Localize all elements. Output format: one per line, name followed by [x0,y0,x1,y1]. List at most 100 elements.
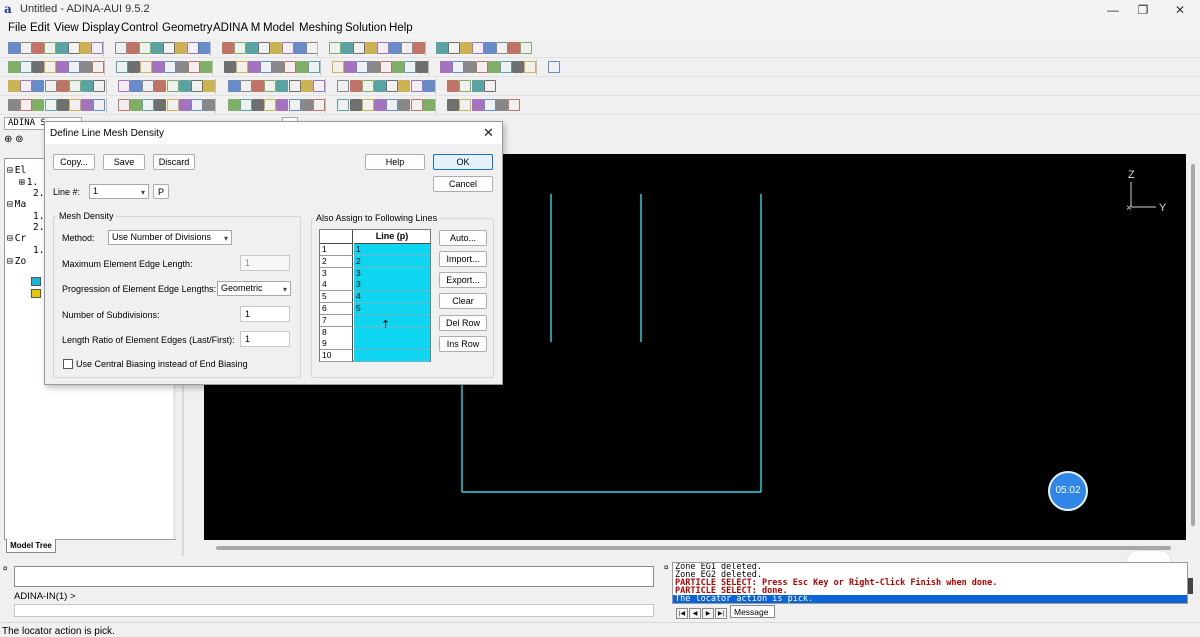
menu-geometry[interactable]: Geometry [162,22,213,34]
tree-item[interactable]: ⊟ El [7,165,26,176]
toolbar-button-icon[interactable] [67,42,80,54]
toolbar-button-icon[interactable] [44,80,57,92]
toolbar-button-icon[interactable] [20,80,33,92]
toolbar-button-icon[interactable] [269,42,282,54]
toolbar-button-icon[interactable] [224,61,236,73]
toolbar-button-icon[interactable] [524,61,536,73]
toolbar-button-icon[interactable] [459,99,472,111]
last-page-icon[interactable]: ▶| [715,608,727,619]
toolbar-button-icon[interactable] [422,80,435,92]
toolbar-button-icon[interactable] [422,99,435,111]
menu-meshing[interactable]: Meshing [299,22,342,34]
auto-button[interactable]: Auto... [439,230,487,246]
toolbar-button-icon[interactable] [198,42,211,54]
toolbar-button-icon[interactable] [188,61,200,73]
toolbar-button-icon[interactable] [93,80,106,92]
tree-expander-icon[interactable]: ⊟ [7,256,13,267]
row-number-cell[interactable]: 7 [320,314,353,327]
toolbar-button-icon[interactable] [138,42,151,54]
toolbar-button-icon[interactable] [56,61,68,73]
toolbar-button-icon[interactable] [248,61,260,73]
toolbar-button-icon[interactable] [200,61,212,73]
menu-control[interactable]: Control [121,22,158,34]
toolbar-button-icon[interactable] [20,61,32,73]
toolbar-button-icon[interactable] [508,99,521,111]
row-number-cell[interactable]: 1 [320,244,353,256]
menu-model[interactable]: Model [263,22,294,34]
help-button[interactable]: Help [365,154,425,170]
minimize-icon[interactable]: — [1098,0,1128,20]
toolbar-button-icon[interactable] [472,42,485,54]
toolbar-button-icon[interactable] [332,61,344,73]
toolbar-button-icon[interactable] [356,61,368,73]
line-value-cell[interactable]: 3 [354,267,430,280]
toolbar-button-icon[interactable] [20,99,33,111]
toolbar-button-icon[interactable] [386,99,399,111]
tree-item[interactable]: 1. [31,245,44,256]
toolbar-button-icon[interactable] [150,42,163,54]
toolbar-button-icon[interactable] [43,42,56,54]
method-combo[interactable]: Use Number of Divisions ▾ [108,230,232,245]
first-page-icon[interactable]: |◀ [676,608,688,619]
import-button[interactable]: Import... [439,251,487,267]
toolbar-button-icon[interactable] [488,61,500,73]
toolbar-button-icon[interactable] [142,80,155,92]
toolbar-button-icon[interactable] [412,42,425,54]
toolbar-button-icon[interactable] [176,61,188,73]
toolbar-button-icon[interactable] [448,42,461,54]
toolbar-button-icon[interactable] [410,80,423,92]
toolbar-button-icon[interactable] [92,61,104,73]
toolbar-button-icon[interactable] [81,99,94,111]
toolbar-button-icon[interactable] [365,42,377,54]
toolbar-button-icon[interactable] [68,61,80,73]
toolbar-button-icon[interactable] [44,61,56,73]
toolbar-button-icon[interactable] [284,61,296,73]
toolbar-button-icon[interactable] [361,99,374,111]
next-page-icon[interactable]: ▶ [702,608,714,619]
toolbar-button-icon[interactable] [374,80,386,92]
toolbar-button-icon[interactable] [344,61,356,73]
toolbar-button-icon[interactable] [117,99,130,111]
max-edge-length-field[interactable]: 1 [240,255,290,271]
toolbar-button-icon[interactable] [264,80,277,92]
toolbar-button-icon[interactable] [80,61,92,73]
toolbar-button-icon[interactable] [276,80,289,92]
toolbar-button-icon[interactable] [166,80,179,92]
pick-button[interactable]: P [153,184,169,199]
row-number-cell[interactable]: 2 [320,255,353,268]
ok-button[interactable]: OK [433,154,493,170]
graphics-vertical-scrollbar[interactable] [1188,154,1198,540]
toolbar-button-icon[interactable] [8,61,20,73]
close-icon[interactable]: ✕ [1165,0,1195,20]
line-number-combo[interactable]: 1 ▾ [89,184,149,199]
toolbar-button-icon[interactable] [174,42,187,54]
toolbar-button-icon[interactable] [186,42,199,54]
dialog-close-icon[interactable]: ✕ [483,125,494,141]
menu-edit[interactable]: Edit [30,22,50,34]
toolbar-button-icon[interactable] [178,99,191,111]
toolbar-button-icon[interactable] [313,99,325,111]
toolbar-button-icon[interactable] [392,61,404,73]
toolbar-button-icon[interactable] [341,42,354,54]
tree-item[interactable]: ⊟ Cr [7,233,26,244]
toolbar-button-icon[interactable] [32,80,45,92]
toolbar-button-icon[interactable] [239,80,252,92]
toolbar-button-icon[interactable] [361,80,374,92]
toolbar-button-icon[interactable] [436,42,449,54]
toolbar-button-icon[interactable] [308,61,320,73]
toolbar-button-icon[interactable] [548,61,560,73]
ins-row-button[interactable]: Ins Row [439,336,487,352]
toolbar-button-icon[interactable] [483,80,496,92]
toolbar-button-icon[interactable] [166,99,179,111]
toolbar-button-icon[interactable] [252,99,264,111]
discard-button[interactable]: Discard [153,154,195,170]
command-input[interactable] [14,604,654,617]
message-scroll-thumb[interactable] [1188,578,1193,594]
line-value-cell[interactable]: 4 [354,291,430,304]
toolbar-button-icon[interactable] [56,80,69,92]
message-pin-icon[interactable]: ¤ [664,563,668,572]
toolbar-button-icon[interactable] [368,61,380,73]
toolbar-button-icon[interactable] [91,42,104,54]
toolbar-button-icon[interactable] [81,80,94,92]
toolbar-button-icon[interactable] [386,80,399,92]
